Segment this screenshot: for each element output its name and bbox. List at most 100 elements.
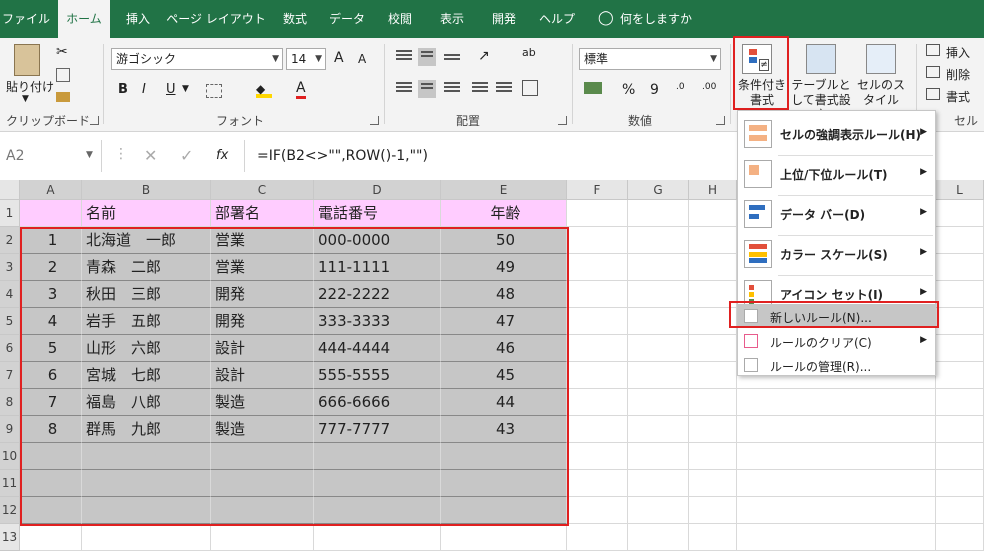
cell[interactable] <box>567 335 628 362</box>
underline-dropdown-icon[interactable]: ▼ <box>182 84 189 94</box>
tab-view[interactable]: 表示 <box>430 0 474 38</box>
cell-styles-icon[interactable] <box>866 44 896 74</box>
cell[interactable] <box>689 254 737 281</box>
cell[interactable] <box>737 416 936 443</box>
currency-icon[interactable] <box>584 82 602 94</box>
cut-icon[interactable]: ✂ <box>56 44 72 60</box>
comma-icon[interactable]: 9 <box>650 82 659 98</box>
cell[interactable]: 名前 <box>82 200 211 227</box>
cell[interactable] <box>628 227 689 254</box>
cell[interactable] <box>936 416 984 443</box>
decrease-indent-icon[interactable] <box>472 82 488 96</box>
cell[interactable] <box>628 416 689 443</box>
tab-formulas[interactable]: 数式 <box>274 0 316 38</box>
row-header[interactable]: 6 <box>0 335 20 362</box>
cell[interactable] <box>567 389 628 416</box>
cell[interactable] <box>628 524 689 551</box>
cell[interactable] <box>737 389 936 416</box>
cell[interactable] <box>689 524 737 551</box>
align-top-icon[interactable] <box>396 50 412 64</box>
tell-me-search[interactable]: 何をしますか <box>618 0 694 38</box>
merge-center-icon[interactable] <box>522 80 538 96</box>
cell[interactable] <box>82 524 211 551</box>
format-as-table-icon[interactable] <box>806 44 836 74</box>
cell[interactable] <box>936 308 984 335</box>
menu-item-highlight-cells-rules[interactable]: セルの強調表示ルール(H) ▶ <box>738 117 935 151</box>
cell[interactable] <box>737 524 936 551</box>
align-bottom-icon[interactable] <box>444 54 460 68</box>
column-header[interactable]: L <box>936 180 984 200</box>
cell[interactable] <box>689 389 737 416</box>
font-color-icon[interactable]: A <box>296 80 306 99</box>
cell[interactable] <box>567 227 628 254</box>
row-header[interactable]: 5 <box>0 308 20 335</box>
tab-insert[interactable]: 挿入 <box>116 0 160 38</box>
cell[interactable]: 電話番号 <box>314 200 441 227</box>
paste-button[interactable]: 貼り付け <box>6 78 54 95</box>
menu-item-color-scales[interactable]: カラー スケール(S) ▶ <box>738 237 935 271</box>
format-cells-button[interactable]: 書式 <box>946 88 970 105</box>
cell[interactable] <box>211 524 314 551</box>
column-header[interactable]: A <box>20 180 82 200</box>
cell[interactable] <box>567 497 628 524</box>
copy-icon[interactable] <box>56 68 70 82</box>
cell[interactable] <box>936 281 984 308</box>
italic-button[interactable]: I <box>142 82 146 97</box>
cell[interactable] <box>628 362 689 389</box>
row-header[interactable]: 12 <box>0 497 20 524</box>
font-size-select[interactable]: 14 ▼ <box>286 48 326 70</box>
cell[interactable] <box>628 200 689 227</box>
menu-item-top-bottom-rules[interactable]: 上位/下位ルール(T) ▶ <box>738 157 935 191</box>
select-all-corner[interactable] <box>0 180 20 200</box>
percent-icon[interactable]: % <box>622 82 635 98</box>
cell[interactable] <box>628 308 689 335</box>
tab-home[interactable]: ホーム <box>58 0 110 38</box>
fill-color-icon[interactable]: ◆ <box>256 82 272 98</box>
borders-icon[interactable] <box>206 84 222 98</box>
cell[interactable] <box>20 200 82 227</box>
tab-page-layout[interactable]: ページ レイアウト <box>166 0 266 38</box>
cell[interactable] <box>689 335 737 362</box>
cell[interactable] <box>314 524 441 551</box>
cell[interactable] <box>737 470 936 497</box>
insert-cells-icon[interactable] <box>926 44 940 56</box>
align-left-icon[interactable] <box>396 82 412 96</box>
cancel-icon[interactable]: ✕ <box>144 146 157 165</box>
align-middle-icon[interactable] <box>418 48 436 66</box>
insert-cells-button[interactable]: 挿入 <box>946 44 970 61</box>
column-header[interactable]: H <box>689 180 737 200</box>
bold-button[interactable]: B <box>118 82 128 97</box>
menu-item-clear-rules[interactable]: ルールのクリア(C) ▶ <box>738 329 935 353</box>
row-header[interactable]: 1 <box>0 200 20 227</box>
cell[interactable] <box>567 443 628 470</box>
increase-indent-icon[interactable] <box>496 82 512 96</box>
orientation-icon[interactable]: ↗ <box>478 48 494 64</box>
cell[interactable] <box>936 362 984 389</box>
cell[interactable] <box>628 254 689 281</box>
column-header[interactable]: B <box>82 180 211 200</box>
cell[interactable] <box>936 389 984 416</box>
number-dialog-launcher[interactable] <box>716 116 725 125</box>
cell[interactable] <box>936 443 984 470</box>
cell[interactable] <box>567 281 628 308</box>
cell[interactable] <box>628 389 689 416</box>
name-box-dropdown-icon[interactable]: ▼ <box>86 150 93 160</box>
insert-function-icon[interactable]: fx <box>216 148 228 163</box>
cell[interactable] <box>737 443 936 470</box>
format-cells-icon[interactable] <box>926 88 940 100</box>
tab-developer[interactable]: 開発 <box>482 0 526 38</box>
cell[interactable] <box>936 227 984 254</box>
menu-item-data-bars[interactable]: データ バー(D) ▶ <box>738 197 935 231</box>
cell[interactable] <box>936 470 984 497</box>
grow-font-button[interactable]: A <box>334 50 344 66</box>
number-format-select[interactable]: 標準 ▼ <box>579 48 721 70</box>
cell[interactable] <box>628 470 689 497</box>
cell[interactable] <box>567 362 628 389</box>
cell[interactable] <box>628 443 689 470</box>
cell[interactable] <box>936 524 984 551</box>
cell[interactable] <box>936 335 984 362</box>
cell[interactable] <box>936 497 984 524</box>
cell[interactable] <box>689 416 737 443</box>
delete-cells-button[interactable]: 削除 <box>946 66 970 83</box>
cell[interactable] <box>628 281 689 308</box>
